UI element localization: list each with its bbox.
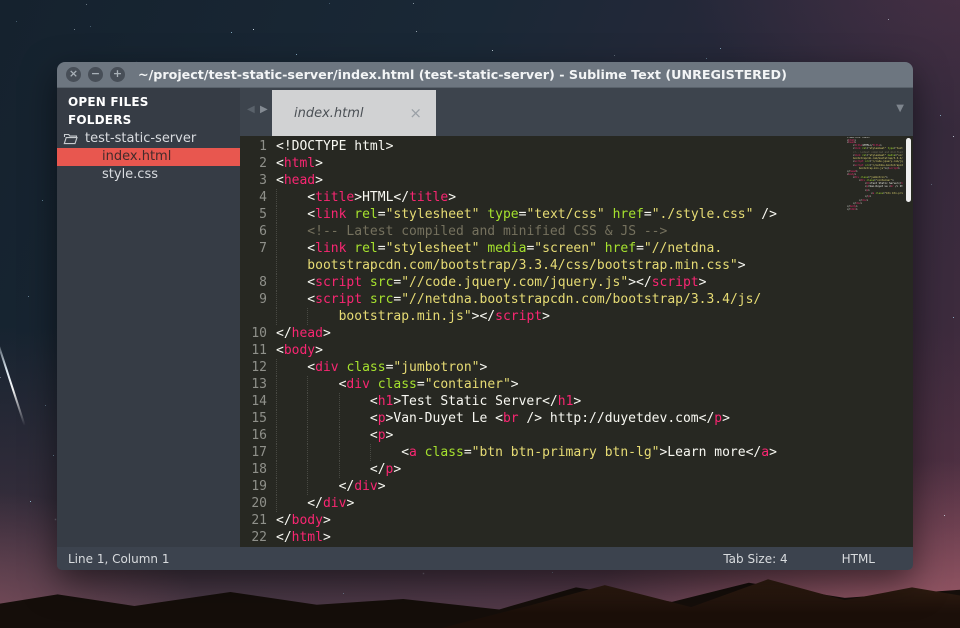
line-number: 6 bbox=[240, 223, 276, 240]
line-number: 4 bbox=[240, 189, 276, 206]
tab-index-html[interactable]: index.html × bbox=[272, 90, 436, 136]
line-number: 21 bbox=[240, 512, 276, 529]
line-number: 16 bbox=[240, 427, 276, 444]
folder-open-icon bbox=[63, 133, 78, 145]
line-number: 19 bbox=[240, 478, 276, 495]
code-line: 13<div class="container"> bbox=[240, 376, 913, 393]
sublime-text-window: × − + ~/project/test-static-server/index… bbox=[57, 62, 913, 570]
minimize-button[interactable]: − bbox=[88, 67, 103, 82]
line-number: 2 bbox=[240, 155, 276, 172]
meteor-streak bbox=[0, 334, 26, 426]
folder-name: test-static-server bbox=[85, 131, 196, 146]
minimap[interactable]: <!DOCTYPE html><html><head><title>HTML</… bbox=[847, 137, 903, 211]
code-line: 21</body> bbox=[240, 512, 913, 529]
code-line: 12<div class="jumbotron"> bbox=[240, 359, 913, 376]
code-line: 16<p> bbox=[240, 427, 913, 444]
tab-close-icon[interactable]: × bbox=[409, 106, 422, 121]
line-number: 20 bbox=[240, 495, 276, 512]
code-line: 6<!-- Latest compiled and minified CSS &… bbox=[240, 223, 913, 240]
line-number: 9 bbox=[240, 291, 276, 308]
sidebar-folder-test-static-server[interactable]: test-static-server bbox=[57, 129, 240, 148]
line-number: 11 bbox=[240, 342, 276, 359]
code-line: 20</div> bbox=[240, 495, 913, 512]
code-line: bootstrap.min.js"></script> bbox=[240, 308, 913, 325]
sidebar-file-style-css[interactable]: style.css bbox=[57, 166, 240, 184]
code-line: bootstrapcdn.com/bootstrap/3.3.4/css/boo… bbox=[240, 257, 913, 274]
window-controls: × − + bbox=[66, 67, 125, 82]
line-number: 15 bbox=[240, 410, 276, 427]
code-line: 4<title>HTML</title> bbox=[240, 189, 913, 206]
line-number: 14 bbox=[240, 393, 276, 410]
syntax-mode-indicator[interactable]: HTML bbox=[842, 552, 875, 566]
code-line: 15<p>Van-Duyet Le <br /> http://duyetdev… bbox=[240, 410, 913, 427]
desktop-background: × − + ~/project/test-static-server/index… bbox=[0, 0, 960, 628]
cursor-position: Line 1, Column 1 bbox=[68, 552, 170, 566]
status-bar: Line 1, Column 1 Tab Size: 4 HTML bbox=[57, 547, 913, 570]
line-number: 18 bbox=[240, 461, 276, 478]
tab-bar: ◀ ▶ index.html × ▼ bbox=[240, 88, 913, 136]
sidebar: OPEN FILES FOLDERS test-static-server in… bbox=[57, 88, 240, 547]
code-line: 3<head> bbox=[240, 172, 913, 189]
scrollbar-thumb[interactable] bbox=[906, 138, 911, 202]
code-area: 1<!DOCTYPE html>2<html>3<head>4<title>HT… bbox=[240, 138, 913, 546]
code-line: 7<link rel="stylesheet" media="screen" h… bbox=[240, 240, 913, 257]
code-line: 22</html> bbox=[240, 529, 913, 546]
line-number: 1 bbox=[240, 138, 276, 155]
open-files-header[interactable]: OPEN FILES bbox=[57, 93, 240, 111]
code-line: 18</p> bbox=[240, 461, 913, 478]
title-bar[interactable]: × − + ~/project/test-static-server/index… bbox=[57, 62, 913, 88]
code-line: 9<script src="//netdna.bootstrapcdn.com/… bbox=[240, 291, 913, 308]
line-number: 10 bbox=[240, 325, 276, 342]
line-number: 3 bbox=[240, 172, 276, 189]
line-number: 5 bbox=[240, 206, 276, 223]
line-number bbox=[240, 308, 276, 325]
tab-label: index.html bbox=[294, 106, 364, 121]
close-icon: × bbox=[69, 67, 78, 80]
code-editor[interactable]: 1<!DOCTYPE html>2<html>3<head>4<title>HT… bbox=[240, 136, 913, 547]
tab-size-indicator[interactable]: Tab Size: 4 bbox=[723, 552, 787, 566]
line-number: 13 bbox=[240, 376, 276, 393]
line-number: 22 bbox=[240, 529, 276, 546]
tab-scroll-right-icon[interactable]: ▶ bbox=[260, 104, 268, 115]
code-line: 1<!DOCTYPE html> bbox=[240, 138, 913, 155]
code-line: 19</div> bbox=[240, 478, 913, 495]
line-number: 12 bbox=[240, 359, 276, 376]
line-number: 7 bbox=[240, 240, 276, 257]
starfield bbox=[0, 0, 1, 1]
code-line: 11<body> bbox=[240, 342, 913, 359]
line-number bbox=[240, 257, 276, 274]
line-number: 17 bbox=[240, 444, 276, 461]
minimize-icon: − bbox=[91, 67, 100, 80]
tab-scroll-left-icon[interactable]: ◀ bbox=[247, 104, 255, 115]
line-number: 8 bbox=[240, 274, 276, 291]
code-line: 17<a class="btn btn-primary btn-lg">Lear… bbox=[240, 444, 913, 461]
sidebar-file-index-html[interactable]: index.html bbox=[57, 148, 240, 166]
maximize-icon: + bbox=[113, 67, 122, 80]
code-line: 2<html> bbox=[240, 155, 913, 172]
overflow-menu-icon[interactable]: ▼ bbox=[896, 103, 904, 114]
code-line: </html> bbox=[847, 209, 903, 212]
window-title: ~/project/test-static-server/index.html … bbox=[138, 67, 787, 82]
maximize-button[interactable]: + bbox=[110, 67, 125, 82]
code-line: 14<h1>Test Static Server</h1> bbox=[240, 393, 913, 410]
file-name: style.css bbox=[102, 167, 158, 182]
file-name: index.html bbox=[102, 149, 171, 164]
folders-header[interactable]: FOLDERS bbox=[57, 111, 240, 129]
code-line: 10</head> bbox=[240, 325, 913, 342]
code-line: 5<link rel="stylesheet" type="text/css" … bbox=[240, 206, 913, 223]
code-line: 8<script src="//code.jquery.com/jquery.j… bbox=[240, 274, 913, 291]
close-button[interactable]: × bbox=[66, 67, 81, 82]
